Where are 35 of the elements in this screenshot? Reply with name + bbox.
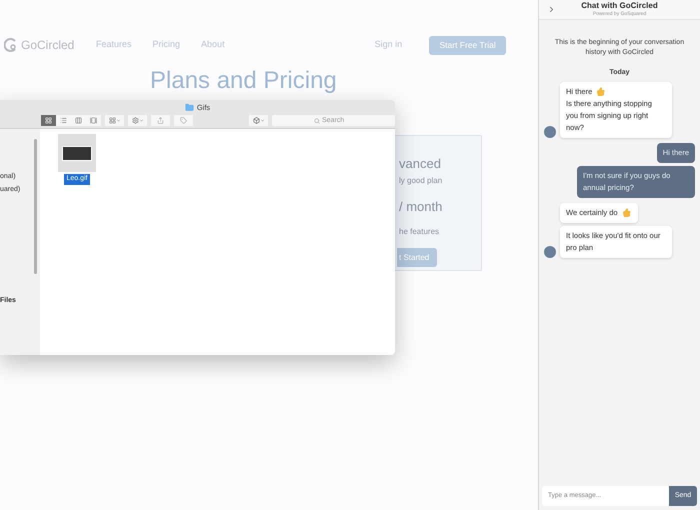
- grid-icon: [108, 117, 116, 124]
- icon-view-icon: [45, 117, 52, 124]
- plan-price: / month: [399, 198, 442, 216]
- page-title: Plans and Pricing: [149, 67, 338, 95]
- gallery-view-icon: [90, 117, 97, 124]
- logo-text: GoCircled: [21, 37, 76, 54]
- arrange-button[interactable]: [105, 115, 124, 126]
- dropbox-button[interactable]: [249, 115, 268, 126]
- agent-avatar: [544, 246, 556, 258]
- tag-button[interactable]: [174, 115, 193, 126]
- caret-icon: [138, 118, 144, 123]
- share-icon: [157, 117, 164, 124]
- column-view-icon: [75, 117, 82, 124]
- view-mode-button[interactable]: [56, 115, 71, 126]
- view-mode-button[interactable]: [86, 115, 101, 126]
- collapse-icon[interactable]: [547, 5, 556, 14]
- chat-title: Chat with GoCircled: [581, 1, 658, 11]
- photo-placeholder: [62, 146, 92, 160]
- box-icon: [252, 117, 260, 124]
- logo-icon: [4, 38, 18, 52]
- plan-name: vanced: [399, 155, 441, 173]
- caret-icon: [260, 118, 264, 123]
- plan-tagline: ly good plan: [399, 174, 442, 186]
- list-view-icon: [60, 117, 67, 124]
- gear-icon: [132, 117, 138, 124]
- view-mode-button[interactable]: [41, 115, 56, 126]
- search-icon: [314, 118, 320, 124]
- gif-thumbnail[interactable]: [58, 134, 96, 172]
- folder-icon: [184, 103, 194, 112]
- tag-icon: [180, 117, 187, 124]
- caret-icon: [116, 118, 120, 123]
- scrollbar[interactable]: [34, 139, 37, 274]
- agent-avatar: [544, 126, 556, 138]
- plan-feature: he features: [399, 226, 440, 238]
- action-button[interactable]: [128, 115, 147, 126]
